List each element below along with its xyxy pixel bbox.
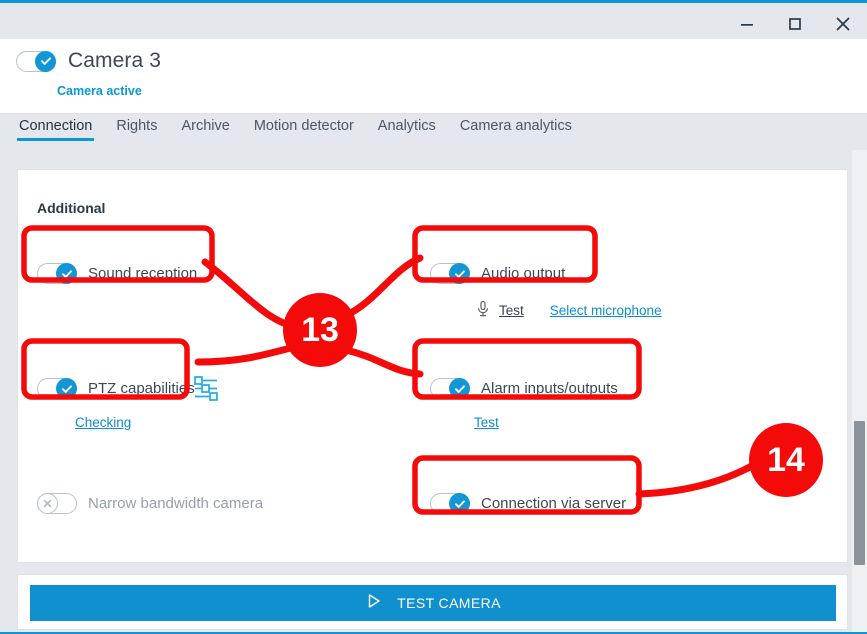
alarm-io-toggle[interactable] xyxy=(430,378,470,399)
alarm-io-test-link[interactable]: Test xyxy=(474,415,499,430)
check-icon xyxy=(39,54,53,68)
toggle-knob xyxy=(56,378,77,399)
minimize-icon xyxy=(738,15,756,33)
option-label: Narrow bandwidth camera xyxy=(88,495,264,512)
option-alarm-inputs-outputs[interactable]: Alarm inputs/outputs xyxy=(430,378,618,399)
microphone-icon xyxy=(476,300,490,321)
maximize-button[interactable] xyxy=(771,6,819,42)
tab-rights[interactable]: Rights xyxy=(114,115,159,144)
page-title: Camera 3 xyxy=(68,49,162,72)
vertical-scrollbar-track[interactable] xyxy=(852,150,867,634)
check-icon xyxy=(453,497,467,511)
toggle-knob xyxy=(449,493,470,514)
camera-header: Camera 3 Camera active xyxy=(0,39,867,114)
option-label: PTZ capabilities xyxy=(88,380,195,397)
minimize-button[interactable] xyxy=(723,6,771,42)
camera-status-text: Camera active xyxy=(57,84,142,98)
title-bar xyxy=(0,3,867,39)
test-camera-panel: TEST CAMERA xyxy=(17,574,848,630)
option-audio-output[interactable]: Audio output xyxy=(430,263,565,284)
annotation-badge-13: 13 xyxy=(283,293,357,367)
toggle-knob xyxy=(56,263,77,284)
ptz-checking-link[interactable]: Checking xyxy=(75,415,131,430)
option-label: Alarm inputs/outputs xyxy=(481,380,618,397)
check-icon xyxy=(453,382,467,396)
tab-bar: Connection Rights Archive Motion detecto… xyxy=(0,115,867,150)
option-sound-reception[interactable]: Sound reception xyxy=(37,263,197,284)
close-button[interactable] xyxy=(819,6,867,42)
narrow-bandwidth-toggle[interactable] xyxy=(37,493,77,514)
check-icon xyxy=(60,267,74,281)
camera-enable-toggle[interactable] xyxy=(16,50,56,72)
option-connection-via-server[interactable]: Connection via server xyxy=(430,493,626,514)
ptz-settings-sliders-icon[interactable] xyxy=(191,374,221,409)
tab-analytics[interactable]: Analytics xyxy=(376,115,438,144)
tab-motion-detector[interactable]: Motion detector xyxy=(252,115,356,144)
settings-body: Additional Sound reception Audio output … xyxy=(0,150,867,634)
option-ptz-capabilities[interactable]: PTZ capabilities xyxy=(37,378,195,399)
camera-settings-window: Camera 3 Camera active Connection Rights… xyxy=(0,0,867,634)
play-icon xyxy=(365,592,383,615)
alarm-io-links: Test xyxy=(474,415,499,430)
tab-archive[interactable]: Archive xyxy=(179,115,231,144)
annotation-badge-14: 14 xyxy=(749,423,823,497)
toggle-knob xyxy=(449,378,470,399)
audio-output-links: Test Select microphone xyxy=(476,300,662,321)
cross-icon xyxy=(41,497,54,510)
test-camera-button[interactable]: TEST CAMERA xyxy=(30,585,836,621)
test-camera-label: TEST CAMERA xyxy=(397,595,501,611)
tab-connection[interactable]: Connection xyxy=(17,115,95,144)
option-narrow-bandwidth-camera[interactable]: Narrow bandwidth camera xyxy=(37,493,263,514)
ptz-links: Checking xyxy=(75,415,131,430)
toggle-knob xyxy=(37,493,58,514)
connection-via-server-toggle[interactable] xyxy=(430,493,470,514)
sound-reception-toggle[interactable] xyxy=(37,263,77,284)
option-label: Sound reception xyxy=(88,265,198,282)
tab-camera-analytics[interactable]: Camera analytics xyxy=(458,115,574,144)
select-microphone-link[interactable]: Select microphone xyxy=(550,303,662,318)
audio-output-test-link[interactable]: Test xyxy=(499,303,524,318)
option-label: Connection via server xyxy=(481,495,627,512)
audio-output-toggle[interactable] xyxy=(430,263,470,284)
toggle-knob xyxy=(449,263,470,284)
section-title-additional: Additional xyxy=(37,200,106,216)
toggle-knob xyxy=(35,50,56,72)
check-icon xyxy=(453,267,467,281)
vertical-scrollbar-thumb[interactable] xyxy=(854,421,865,565)
ptz-toggle[interactable] xyxy=(37,378,77,399)
additional-settings-card: Additional Sound reception Audio output … xyxy=(17,169,848,563)
maximize-icon xyxy=(786,15,804,33)
check-icon xyxy=(60,382,74,396)
camera-header-row: Camera 3 xyxy=(16,49,161,73)
window-controls xyxy=(723,6,867,42)
option-label: Audio output xyxy=(481,265,566,282)
close-icon xyxy=(833,14,853,34)
